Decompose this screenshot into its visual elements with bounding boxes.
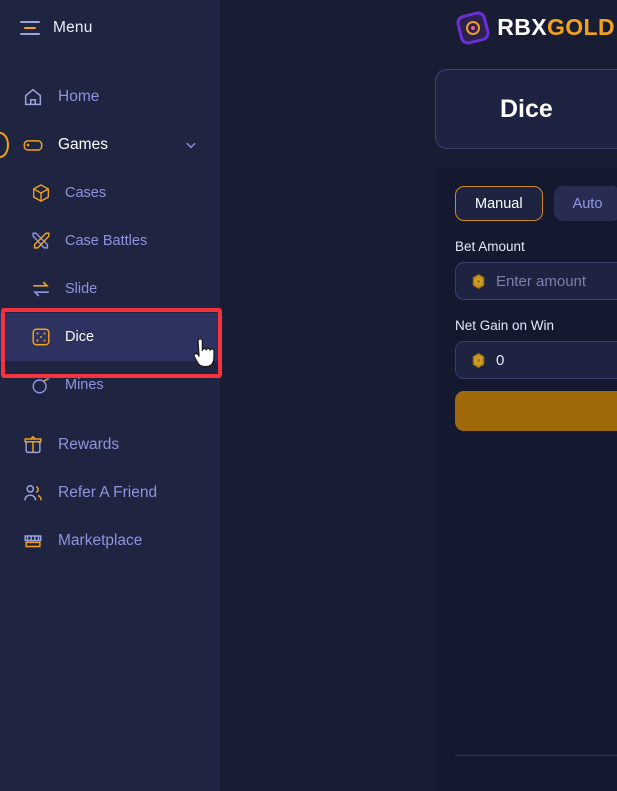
header-menu-area: Menu [0,0,220,55]
gold-coin-icon [472,273,485,289]
tab-auto[interactable]: Auto [553,186,617,221]
bet-amount-label: Bet Amount [455,239,525,254]
sidebar-item-marketplace[interactable]: Marketplace [0,517,220,565]
sidebar-item-label-case-battles: Case Battles [65,233,148,249]
store-icon [24,535,42,548]
rbxgold-logo-icon [455,9,492,46]
gold-coin-icon [472,352,485,368]
brand-logo[interactable]: RBXGOLD [455,9,615,46]
sidebar-item-label-marketplace: Marketplace [58,532,143,549]
bet-amount-placeholder: Enter amount [496,272,587,290]
gift-icon [24,435,42,454]
people-icon [24,485,42,501]
sidebar-item-cases[interactable]: Cases [0,169,220,217]
bet-amount-input[interactable]: Enter amount [455,262,617,300]
sidebar-item-home[interactable]: Home [0,73,220,121]
sidebar-item-label-dice: Dice [65,329,95,345]
menu-label[interactable]: Menu [53,19,93,37]
sidebar-item-mines[interactable]: Mines [0,361,220,409]
games-active-indicator [0,132,9,158]
swap-arrows-icon [33,281,49,297]
sidebar-item-label-rewards: Rewards [58,436,120,453]
sidebar-item-label-refer-a-friend: Refer A Friend [58,484,158,501]
sidebar: Home Games Cases Case Battles Slide Dice… [0,55,220,791]
sidebar-item-label-mines: Mines [65,377,104,393]
sidebar-item-refer-a-friend[interactable]: Refer A Friend [0,469,220,517]
sidebar-item-case-battles[interactable]: Case Battles [0,217,220,265]
net-gain-value-field: 0 [455,341,617,379]
bet-mode-tabs: Manual Auto [455,186,617,221]
chevron-down-icon[interactable] [184,138,198,152]
page-title: Dice [500,94,553,123]
header-logo-area: RBXGOLD [220,0,617,55]
sidebar-item-slide[interactable]: Slide [0,265,220,313]
sidebar-item-rewards[interactable]: Rewards [0,421,220,469]
net-gain-label: Net Gain on Win [455,318,555,333]
swords-icon [32,232,50,249]
gamepad-icon [23,140,43,151]
tab-manual[interactable]: Manual [455,186,543,221]
logo-text: RBXGOLD [497,14,615,41]
sidebar-item-label-cases: Cases [65,185,107,201]
place-bet-button[interactable]: Place Bet [455,391,617,431]
logo-primary: RBX [497,14,547,40]
sidebar-item-games[interactable]: Games [0,121,220,169]
bet-panel: Manual Auto Bet Amount Enter amount Net … [435,168,617,791]
panel-footer: Rules [455,755,617,791]
net-gain-value: 0 [496,351,505,369]
logo-secondary: GOLD [546,14,615,40]
dice-icon [32,328,50,346]
home-icon [24,88,42,106]
mouse-cursor-pointer [193,338,215,368]
sidebar-item-label-home: Home [58,88,100,105]
sidebar-item-label-slide: Slide [65,281,98,297]
app-root: Menu RBXGOLD Home Games Cases Case Battl… [0,0,617,791]
main-content: Dice Manual Auto Bet Amount Enter amount… [220,55,617,791]
sidebar-item-dice[interactable]: Dice [0,313,220,361]
bomb-icon [32,377,50,394]
box-icon [32,184,50,202]
page-title-card: Dice [435,69,617,149]
hamburger-icon[interactable] [20,20,40,36]
top-header: Menu RBXGOLD [0,0,617,55]
sidebar-item-label-games: Games [58,136,108,153]
